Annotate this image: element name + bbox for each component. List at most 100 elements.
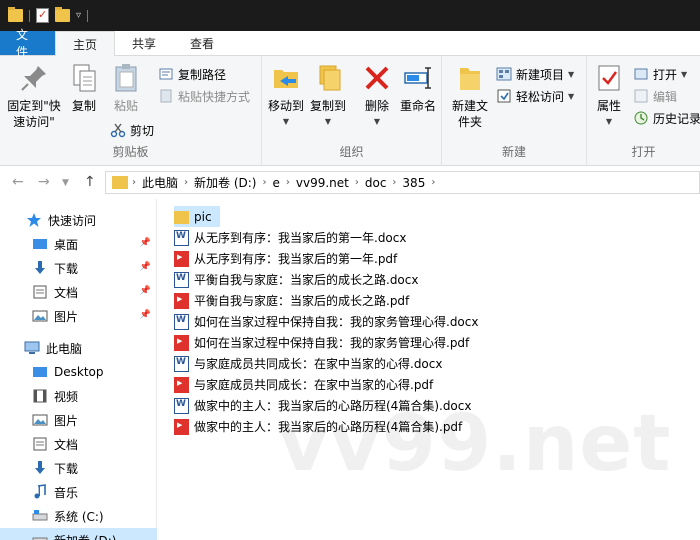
new-folder-quick-icon[interactable] bbox=[55, 7, 70, 22]
pin-icon: 📌 bbox=[139, 310, 151, 320]
folder-icon bbox=[112, 176, 128, 189]
drive-icon bbox=[32, 508, 48, 524]
desktop-icon bbox=[32, 236, 48, 252]
word-doc-icon bbox=[174, 271, 189, 288]
properties-quick-icon[interactable] bbox=[36, 8, 49, 23]
edit-button[interactable]: 编辑 bbox=[633, 86, 677, 106]
chevron-down-icon: ▼ bbox=[373, 117, 381, 126]
file-item[interactable]: 平衡自我与家庭：当家后的成长之路.pdf bbox=[174, 290, 409, 311]
nav-drive-d[interactable]: 新加卷 (D:) bbox=[0, 528, 157, 540]
chevron-down-icon: ▼ bbox=[681, 69, 688, 79]
move-to-icon bbox=[270, 62, 302, 94]
pdf-icon bbox=[174, 334, 189, 351]
word-doc-icon bbox=[174, 229, 189, 246]
chevron-down-icon: ▼ bbox=[282, 117, 290, 126]
nav-pc-downloads[interactable]: 下载 bbox=[0, 456, 157, 480]
forward-arrow-icon[interactable]: → bbox=[38, 174, 50, 190]
chevron-down-icon: ▼ bbox=[324, 117, 332, 126]
file-item[interactable]: 如何在当家过程中保持自我：我的家务管理心得.pdf bbox=[174, 332, 469, 353]
chevron-down-icon: ▼ bbox=[605, 117, 613, 126]
breadcrumb-e[interactable]: e bbox=[266, 176, 285, 190]
file-item[interactable]: 如何在当家过程中保持自我：我的家务管理心得.docx bbox=[174, 311, 478, 332]
nav-downloads[interactable]: 下载 📌 bbox=[0, 256, 157, 280]
file-item[interactable]: 做家中的主人：我当家后的心路历程(4篇合集).pdf bbox=[174, 416, 462, 437]
copy-path-icon bbox=[158, 66, 174, 82]
pin-quick-access-button[interactable]: 固定到"快速访问" bbox=[6, 62, 62, 130]
download-icon bbox=[32, 260, 48, 276]
folder-icon bbox=[8, 7, 23, 22]
file-item[interactable]: 从无序到有序：我当家后的第一年.docx bbox=[174, 227, 406, 248]
tab-file[interactable]: 文件 bbox=[0, 28, 55, 59]
desktop-icon bbox=[32, 364, 48, 380]
copy-to-icon bbox=[312, 62, 344, 94]
folder-icon bbox=[174, 211, 189, 224]
pictures-icon bbox=[32, 308, 48, 324]
address-bar[interactable]: › 此电脑 › 新加卷 (D:) › e › vv99.net › doc › … bbox=[105, 171, 700, 194]
nav-pictures[interactable]: 图片 📌 bbox=[0, 304, 157, 328]
pin-icon bbox=[18, 62, 50, 94]
up-arrow-icon[interactable]: ↑ bbox=[84, 174, 96, 190]
computer-icon bbox=[24, 340, 40, 356]
open-group: 属性 ▼ 打开 ▼ 编辑 历史记录 打开 bbox=[587, 56, 700, 166]
rename-button[interactable]: 重命名 bbox=[398, 62, 438, 114]
nav-desktop[interactable]: 桌面 📌 bbox=[0, 232, 157, 256]
chevron-right-icon[interactable]: › bbox=[431, 177, 435, 188]
copy-button[interactable]: 复制 bbox=[68, 62, 100, 114]
new-folder-button[interactable]: 新建文件夹 bbox=[452, 62, 488, 130]
move-to-button[interactable]: 移动到 ▼ bbox=[266, 62, 306, 130]
copy-path-button[interactable]: 复制路径 bbox=[158, 64, 226, 84]
download-icon bbox=[32, 460, 48, 476]
recent-locations-chevron-icon[interactable]: ▼ bbox=[62, 178, 69, 188]
tab-home[interactable]: 主页 bbox=[55, 31, 116, 56]
word-doc-icon bbox=[174, 397, 189, 414]
delete-x-icon bbox=[361, 62, 393, 94]
nav-pc-desktop[interactable]: Desktop bbox=[0, 360, 157, 384]
breadcrumb-385[interactable]: 385 bbox=[396, 176, 431, 190]
tab-view[interactable]: 查看 bbox=[173, 31, 231, 55]
open-group-label: 打开 bbox=[631, 145, 656, 159]
file-item[interactable]: 做家中的主人：我当家后的心路历程(4篇合集).docx bbox=[174, 395, 471, 416]
new-group-label: 新建 bbox=[501, 145, 526, 159]
properties-button[interactable]: 属性 ▼ bbox=[593, 62, 625, 130]
copy-to-button[interactable]: 复制到 ▼ bbox=[308, 62, 348, 130]
easy-access-button[interactable]: 轻松访问 ▼ bbox=[496, 86, 574, 106]
nav-quick-access[interactable]: 快速访问 bbox=[0, 208, 157, 232]
nav-pc-documents[interactable]: 文档 bbox=[0, 432, 157, 456]
nav-documents[interactable]: 文档 📌 bbox=[0, 280, 157, 304]
tab-share[interactable]: 共享 bbox=[115, 31, 173, 55]
file-item[interactable]: 从无序到有序：我当家后的第一年.pdf bbox=[174, 248, 397, 269]
nav-this-pc[interactable]: 此电脑 bbox=[0, 336, 157, 360]
breadcrumb-drive-d[interactable]: 新加卷 (D:) bbox=[188, 174, 262, 191]
breadcrumb-doc[interactable]: doc bbox=[359, 176, 393, 190]
navigation-pane: 快速访问 桌面 📌 下载 📌 文档 📌 图片 📌 此电脑 Desktop 视频 … bbox=[0, 199, 157, 540]
open-button[interactable]: 打开 ▼ bbox=[633, 64, 687, 84]
nav-drive-c[interactable]: 系统 (C:) bbox=[0, 504, 157, 528]
file-item-folder[interactable]: pic bbox=[174, 206, 220, 227]
nav-videos[interactable]: 视频 bbox=[0, 384, 157, 408]
file-item[interactable]: 与家庭成员共同成长：在家中当家的心得.docx bbox=[174, 353, 442, 374]
ribbon-tabs: 文件 主页 共享 查看 bbox=[0, 28, 700, 59]
history-icon bbox=[633, 110, 649, 126]
nav-music[interactable]: 音乐 bbox=[0, 480, 157, 504]
new-folder-icon bbox=[454, 62, 486, 94]
paste-shortcut-button[interactable]: 粘贴快捷方式 bbox=[158, 86, 250, 106]
delete-button[interactable]: 删除 ▼ bbox=[362, 62, 392, 130]
drive-icon bbox=[32, 532, 48, 540]
back-arrow-icon[interactable]: ← bbox=[12, 174, 24, 190]
paste-button[interactable]: 粘贴 bbox=[108, 62, 144, 114]
rename-icon bbox=[402, 62, 434, 94]
file-item[interactable]: 与家庭成员共同成长：在家中当家的心得.pdf bbox=[174, 374, 433, 395]
pdf-icon bbox=[174, 292, 189, 309]
word-doc-icon bbox=[174, 313, 189, 330]
breadcrumb-vv99[interactable]: vv99.net bbox=[290, 176, 355, 190]
breadcrumb-this-pc[interactable]: 此电脑 bbox=[136, 174, 184, 191]
chevron-down-icon[interactable]: ▿ bbox=[76, 10, 81, 21]
new-item-button[interactable]: 新建项目 ▼ bbox=[496, 64, 574, 84]
file-list: vv99.net pic 从无序到有序：我当家后的第一年.docx 从无序到有序… bbox=[158, 199, 700, 540]
file-item[interactable]: 平衡自我与家庭：当家后的成长之路.docx bbox=[174, 269, 418, 290]
new-group: 新建文件夹 新建项目 ▼ 轻松访问 ▼ 新建 bbox=[442, 56, 587, 166]
cut-button[interactable]: 剪切 bbox=[110, 120, 154, 140]
organize-group: 移动到 ▼ 复制到 ▼ 删除 ▼ 重命名 组织 bbox=[262, 56, 442, 166]
nav-pc-pictures[interactable]: 图片 bbox=[0, 408, 157, 432]
history-button[interactable]: 历史记录 bbox=[633, 108, 700, 128]
